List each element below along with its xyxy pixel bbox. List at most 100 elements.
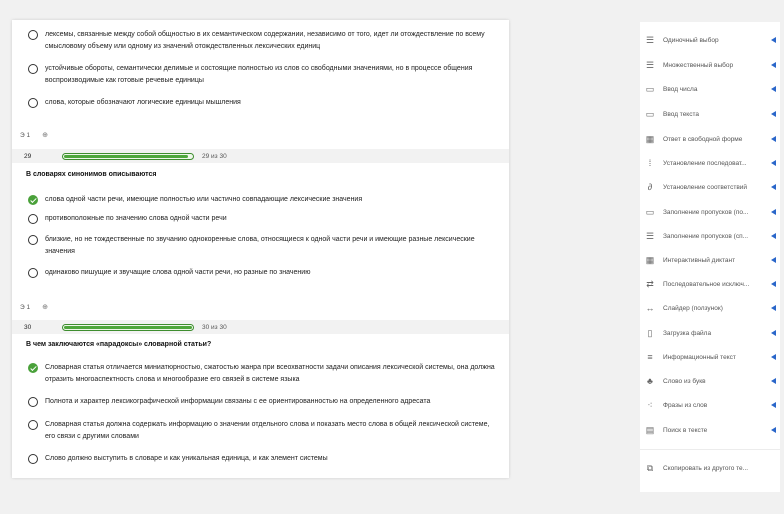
tool-single-choice[interactable]: ☰ Одиночный выбор [640, 30, 780, 50]
ordering-icon: ⁞ [648, 158, 652, 168]
answer-option-q2-4[interactable]: одинаково пишущие и звучащие слова одной… [28, 267, 501, 279]
option-text: близкие, но не тождественные по звучанию… [45, 236, 475, 255]
radio-button-checked[interactable] [28, 363, 38, 373]
free-answer-icon: ▦ [645, 133, 655, 144]
question-title: В словарях синонимов описываются [26, 171, 157, 178]
copy-from-other-test-button[interactable]: ⧉ Скопировать из другого те... [640, 458, 780, 478]
progress-bar-fill [64, 154, 188, 158]
option-text: Полнота и характер лексикографической ин… [45, 398, 431, 405]
add-arrow-icon[interactable] [771, 184, 776, 190]
tool-label: Ответ в свободной форме [663, 135, 743, 143]
question-number: 30 [24, 323, 32, 331]
add-arrow-icon[interactable] [771, 402, 776, 408]
tool-phrases-from-words[interactable]: ⁖ Фразы из слов [640, 395, 780, 415]
radio-button-checked[interactable] [28, 195, 38, 205]
sidebar-divider [640, 449, 780, 450]
answer-option-q2-3[interactable]: близкие, но не тождественные по звучанию… [28, 234, 501, 258]
settings-icon[interactable]: ⊕ [42, 303, 48, 311]
add-arrow-icon[interactable] [771, 136, 776, 142]
progress-bar-fill [64, 325, 192, 329]
add-arrow-icon[interactable] [771, 86, 776, 92]
answer-option-q1-1[interactable]: лексемы, связанные между собой общностью… [28, 29, 501, 53]
option-text: Словарная статья отличается миниатюрност… [45, 364, 495, 383]
tool-label: Скопировать из другого те... [663, 464, 749, 472]
add-arrow-icon[interactable] [771, 160, 776, 166]
option-text: слова, которые обозначают логические еди… [45, 99, 241, 106]
add-arrow-icon[interactable] [771, 37, 776, 43]
radio-button[interactable] [28, 454, 38, 464]
answer-option-q1-2[interactable]: устойчивые обороты, семантически делимые… [28, 63, 501, 87]
tool-text-input[interactable]: ▭ Ввод текста [640, 104, 780, 124]
add-arrow-icon[interactable] [771, 111, 776, 117]
tool-slider[interactable]: ↔ Слайдер (ползунок) [640, 298, 780, 318]
tool-words-from-letters[interactable]: ♣ Слово из букв [640, 371, 780, 391]
radio-button[interactable] [28, 235, 38, 245]
add-arrow-icon[interactable] [771, 281, 776, 287]
radio-button[interactable] [28, 64, 38, 74]
multiple-choice-icon: ☰ [645, 59, 655, 70]
answer-option-q2-1[interactable]: слова одной части речи, имеющие полность… [28, 194, 501, 206]
option-text: Слово должно выступить в словаре и как у… [45, 455, 328, 462]
tool-label: Установление последоват... [663, 159, 747, 167]
add-arrow-icon[interactable] [771, 62, 776, 68]
add-arrow-icon[interactable] [771, 427, 776, 433]
radio-button[interactable] [28, 397, 38, 407]
tool-label: Слово из букв [663, 377, 706, 385]
answer-option-q3-1[interactable]: Словарная статья отличается миниатюрност… [28, 362, 501, 386]
tool-info-text[interactable]: ≡ Информационный текст [640, 347, 780, 367]
tool-matching[interactable]: ∂ Установление соответствий [640, 177, 780, 197]
answer-option-q3-3[interactable]: Словарная статья должна содержать информ… [28, 419, 501, 443]
question-type-sidebar: ☰ Одиночный выбор ☰ Множественный выбор … [640, 22, 780, 492]
add-arrow-icon[interactable] [771, 330, 776, 336]
add-arrow-icon[interactable] [771, 305, 776, 311]
score-row: 30 30 из 30 [12, 320, 509, 334]
phrases-from-words-icon: ⁖ [647, 399, 653, 410]
answer-option-q2-2[interactable]: противоположные по значению слова одной … [28, 213, 501, 225]
fill-gaps-icon: ▭ [645, 206, 655, 217]
radio-button[interactable] [28, 268, 38, 278]
sequential-exclusion-icon: ⇄ [646, 278, 654, 289]
copy-icon: ⧉ [646, 462, 654, 473]
tool-ordering[interactable]: ⁞ Установление последоват... [640, 153, 780, 173]
add-arrow-icon[interactable] [771, 378, 776, 384]
answer-option-q3-2[interactable]: Полнота и характер лексикографической ин… [28, 396, 501, 408]
radio-button[interactable] [28, 98, 38, 108]
info-text-icon: ≡ [647, 352, 653, 362]
tool-text-search[interactable]: ▤ Поиск в тексте [640, 420, 780, 440]
option-text: одинаково пишущие и звучащие слова одной… [45, 269, 311, 276]
radio-button[interactable] [28, 214, 38, 224]
tool-label: Поиск в тексте [663, 426, 708, 434]
text-search-icon: ▤ [645, 424, 655, 435]
answer-option-q1-3[interactable]: слова, которые обозначают логические еди… [28, 97, 501, 109]
tool-label: Установление соответствий [663, 183, 748, 191]
add-arrow-icon[interactable] [771, 209, 776, 215]
tool-sequential-exclusion[interactable]: ⇄ Последовательное исключ... [640, 274, 780, 294]
number-input-icon: ▭ [645, 83, 655, 94]
points-label: Э 1 [20, 303, 31, 311]
add-arrow-icon[interactable] [771, 354, 776, 360]
tool-multiple-choice[interactable]: ☰ Множественный выбор [640, 55, 780, 75]
tool-label: Ввод числа [663, 85, 698, 93]
tool-file-upload[interactable]: ▯ Загрузка файла [640, 323, 780, 343]
tool-label: Последовательное исключ... [663, 280, 750, 288]
question-editor: лексемы, связанные между собой общностью… [12, 20, 509, 478]
tool-label: Ввод текста [663, 110, 699, 118]
answer-option-q3-4[interactable]: Слово должно выступить в словаре и как у… [28, 453, 501, 465]
tool-fill-gaps-list[interactable]: ☰ Заполнение пропусков (сп... [640, 226, 780, 246]
radio-button[interactable] [28, 420, 38, 430]
add-arrow-icon[interactable] [771, 233, 776, 239]
tool-interactive-dictation[interactable]: ▦ Интерактивный диктант [640, 250, 780, 270]
option-text: слова одной части речи, имеющие полность… [45, 196, 363, 203]
radio-button[interactable] [28, 30, 38, 40]
single-choice-icon: ☰ [645, 34, 655, 45]
option-text: Словарная статья должна содержать информ… [45, 421, 490, 440]
progress-bar [62, 323, 194, 331]
settings-icon[interactable]: ⊕ [42, 131, 48, 139]
slider-icon: ↔ [645, 303, 655, 313]
tool-fill-gaps[interactable]: ▭ Заполнение пропусков (по... [640, 202, 780, 222]
tool-label: Интерактивный диктант [663, 256, 736, 264]
tool-free-answer[interactable]: ▦ Ответ в свободной форме [640, 129, 780, 149]
tool-number-input[interactable]: ▭ Ввод числа [640, 79, 780, 99]
fill-gaps-list-icon: ☰ [645, 230, 655, 241]
add-arrow-icon[interactable] [771, 257, 776, 263]
